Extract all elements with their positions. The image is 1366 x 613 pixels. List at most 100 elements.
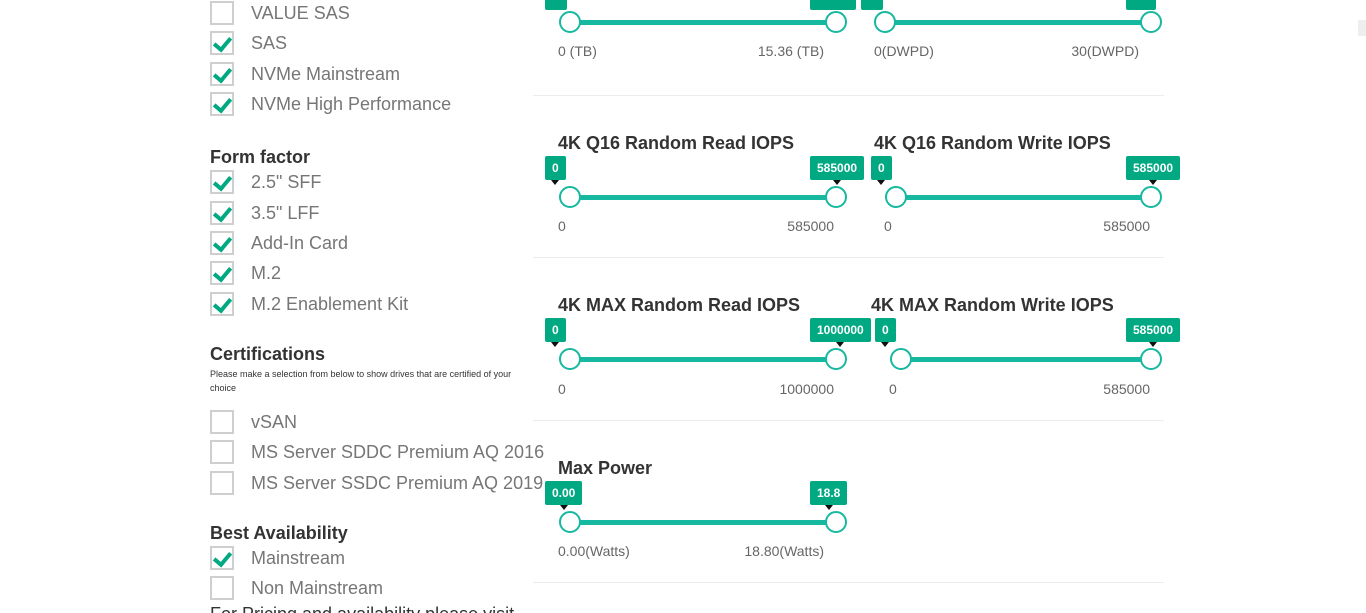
max-write-max-label: 585000 [1103, 381, 1150, 397]
checkbox-label: NVMe Mainstream [251, 63, 401, 84]
filter-sff[interactable]: 2.5" SFF [210, 170, 321, 194]
q16-write-slider-min-handle[interactable] [885, 186, 907, 208]
max-write-slider-min-handle[interactable] [890, 348, 912, 370]
endurance-min-label: 0(DWPD) [874, 43, 934, 59]
checkbox-label: M.2 [251, 262, 282, 283]
max-power-slider-min-handle[interactable] [559, 511, 581, 533]
checkbox-label: MS Server SSDC Premium AQ 2019 [251, 472, 544, 493]
max-write-slider-track[interactable] [901, 357, 1151, 362]
endurance-slider-max-handle[interactable] [1140, 11, 1162, 33]
checkbox-label: SAS [251, 32, 288, 53]
certifications-note: Please make a selection from below to sh… [210, 369, 512, 393]
max-read-slider-min-handle[interactable] [559, 348, 581, 370]
q16-read-min-label: 0 [558, 218, 566, 234]
max-write-high-tooltip: 585000 [1126, 318, 1181, 347]
capacity-high-tooltip [810, 0, 856, 10]
certifications-heading: Certifications [210, 344, 326, 364]
endurance-low-tooltip [861, 0, 883, 10]
checkbox-label: NVMe High Performance [251, 93, 452, 114]
scrollbar[interactable] [1358, 20, 1366, 36]
divider [533, 582, 1164, 583]
q16-read-slider-min-handle[interactable] [559, 186, 581, 208]
capacity-min-label: 0 (TB) [558, 43, 597, 59]
capacity-max-label: 15.36 (TB) [757, 43, 824, 59]
checkbox-label: Non Mainstream [251, 577, 384, 598]
filter-nvme-high-performance[interactable]: NVMe High Performance [210, 92, 451, 116]
max-power-max-label: 18.80(Watts) [744, 543, 824, 559]
q16-write-title: 4K Q16 Random Write IOPS [874, 133, 1111, 153]
q16-read-max-label: 585000 [787, 218, 834, 234]
filter-non-mainstream[interactable]: Non Mainstream [210, 576, 383, 600]
q16-write-max-label: 585000 [1103, 218, 1150, 234]
checkbox-checked[interactable] [210, 261, 234, 285]
filter-value-sas[interactable]: VALUE SAS [210, 1, 350, 25]
endurance-slider-track[interactable] [885, 20, 1151, 25]
max-read-slider-max-handle[interactable] [825, 348, 847, 370]
q16-read-low-tooltip: 0 [545, 156, 566, 185]
endurance-slider-min-handle[interactable] [874, 11, 896, 33]
capacity-slider-min-handle[interactable] [559, 11, 581, 33]
checkbox-checked[interactable] [210, 231, 234, 255]
checkbox-checked[interactable] [210, 292, 234, 316]
form-factor-heading: Form factor [210, 147, 311, 167]
q16-write-slider-max-handle[interactable] [1140, 186, 1162, 208]
checkbox-label: M.2 Enablement Kit [251, 293, 409, 314]
checkbox-checked[interactable] [210, 546, 234, 570]
checkbox-checked[interactable] [210, 92, 234, 116]
max-power-min-label: 0.00(Watts) [558, 543, 630, 559]
checkbox-label: MS Server SDDC Premium AQ 2016 [251, 441, 545, 462]
max-power-slider-max-handle[interactable] [825, 511, 847, 533]
checkbox[interactable] [210, 471, 234, 495]
checkbox-checked[interactable] [210, 62, 234, 86]
q16-read-high-tooltip: 585000 [810, 156, 865, 185]
filter-mainstream[interactable]: Mainstream [210, 546, 345, 570]
max-read-low-tooltip: 0 [545, 318, 566, 347]
divider [533, 420, 1164, 421]
q16-read-title: 4K Q16 Random Read IOPS [558, 133, 795, 153]
filter-nvme-mainstream[interactable]: NVMe Mainstream [210, 62, 400, 86]
filter-lff[interactable]: 3.5" LFF [210, 201, 319, 225]
q16-write-low-tooltip: 0 [871, 156, 892, 185]
capacity-slider-max-handle[interactable] [825, 11, 847, 33]
max-read-high-tooltip: 1000000 [810, 318, 871, 347]
divider [533, 95, 1164, 96]
max-read-slider-track[interactable] [570, 357, 836, 362]
filter-m2[interactable]: M.2 [210, 261, 281, 285]
filter-m2-enablement-kit[interactable]: M.2 Enablement Kit [210, 292, 408, 316]
q16-write-high-tooltip: 585000 [1126, 156, 1181, 185]
max-read-max-label: 1000000 [779, 381, 834, 397]
endurance-high-tooltip [1126, 0, 1156, 10]
max-power-high-tooltip: 18.8 [810, 481, 848, 510]
checkbox[interactable] [210, 440, 234, 464]
max-write-min-label: 0 [889, 381, 897, 397]
max-write-title: 4K MAX Random Write IOPS [871, 295, 1114, 315]
availability-heading: Best Availability [210, 523, 348, 543]
checkbox-checked[interactable] [210, 170, 234, 194]
q16-read-slider-track[interactable] [570, 195, 836, 200]
checkbox-label: Add-In Card [251, 232, 349, 253]
checkbox-checked[interactable] [210, 31, 234, 55]
checkbox-checked[interactable] [210, 201, 234, 225]
filter-vsan[interactable]: vSAN [210, 410, 297, 434]
filter-sas[interactable]: SAS [210, 31, 287, 55]
divider [533, 257, 1164, 258]
max-write-slider-max-handle[interactable] [1140, 348, 1162, 370]
capacity-low-tooltip [545, 0, 567, 10]
checkbox-label: VALUE SAS [251, 2, 350, 23]
max-power-slider-track[interactable] [570, 520, 836, 525]
checkbox-label: 3.5" LFF [251, 202, 320, 223]
checkbox-label: Mainstream [251, 547, 346, 568]
checkbox-label: vSAN [251, 411, 298, 432]
filter-ssdc-2019[interactable]: MS Server SSDC Premium AQ 2019 [210, 471, 543, 495]
checkbox[interactable] [210, 576, 234, 600]
filter-add-in-card[interactable]: Add-In Card [210, 231, 348, 255]
max-read-min-label: 0 [558, 381, 566, 397]
q16-write-slider-track[interactable] [896, 195, 1151, 200]
checkbox[interactable] [210, 410, 234, 434]
filter-sddc-2016[interactable]: MS Server SDDC Premium AQ 2016 [210, 440, 544, 464]
capacity-slider-track[interactable] [570, 20, 836, 25]
checkbox[interactable] [210, 1, 234, 25]
q16-read-slider-max-handle[interactable] [825, 186, 847, 208]
pricing-note: For Pricing and availability please visi… [210, 604, 514, 613]
max-write-low-tooltip: 0 [875, 318, 896, 347]
